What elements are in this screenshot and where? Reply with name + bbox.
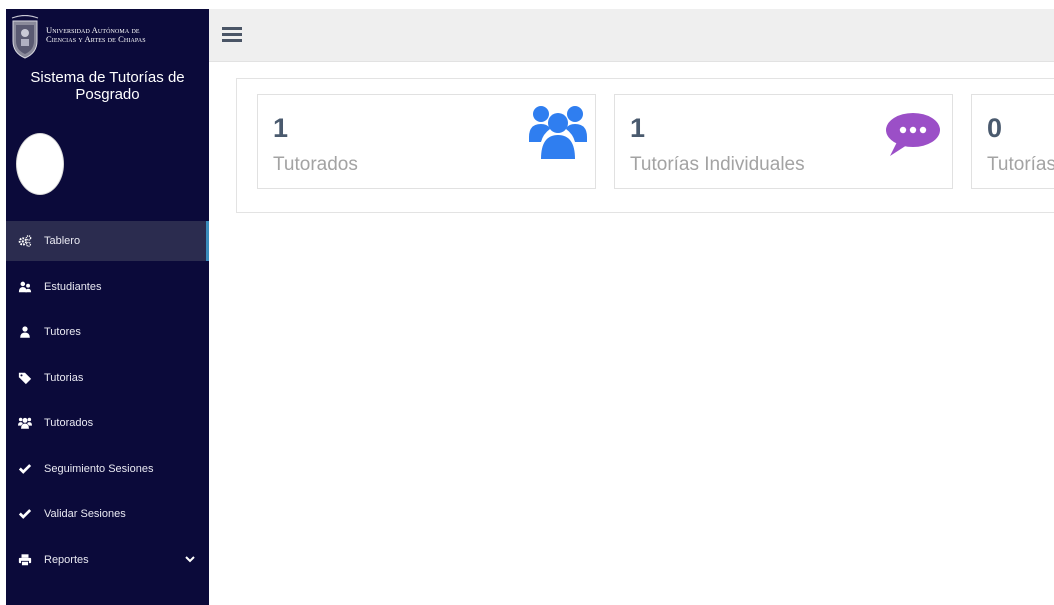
university-crest-icon (10, 15, 40, 59)
university-name: Universidad Autónoma de Ciencias y Artes… (46, 26, 146, 44)
tag-icon (17, 371, 33, 385)
chevron-down-icon[interactable] (185, 554, 195, 564)
stat-card-tutorias[interactable]: 0 Tutorías (971, 94, 1054, 189)
check-icon (17, 462, 33, 476)
group-icon (17, 416, 33, 430)
sidebar-item-label: Reportes (44, 553, 89, 566)
user-icon (17, 325, 33, 339)
sidebar-item-label: Seguimiento Sesiones (44, 462, 154, 475)
print-icon (17, 553, 33, 567)
sidebar-item-estudiantes[interactable]: Estudiantes (6, 267, 209, 307)
chat-bubble-icon (885, 112, 941, 157)
app-window: Universidad Autónoma de Ciencias y Artes… (0, 0, 1054, 605)
sidebar-item-tutores[interactable]: Tutores (6, 312, 209, 352)
sidebar-item-label: Validar Sesiones (44, 508, 126, 520)
stat-count: 1 (273, 113, 289, 143)
university-name-line2: Ciencias y Artes de Chiapas (46, 34, 146, 44)
sidebar-item-validar-sesiones[interactable]: Validar Sesiones (6, 494, 209, 534)
check-icon (17, 507, 33, 521)
stat-count: 1 (630, 113, 646, 143)
sidebar-item-label: Estudiantes (44, 280, 102, 293)
stat-card-tutorias-individuales[interactable]: 1 Tutorías Individuales (614, 94, 953, 189)
sidebar-item-label: Tutores (44, 326, 81, 338)
stat-label: Tutorías Individuales (630, 154, 805, 175)
sidebar: Universidad Autónoma de Ciencias y Artes… (6, 9, 209, 605)
stat-label: Tutorados (273, 154, 358, 175)
hamburger-icon[interactable] (222, 26, 242, 43)
dashboard-panel: 1 Tutorados 1 Tutorías Individuales 0 Tu… (236, 78, 1054, 213)
stat-card-tutorados[interactable]: 1 Tutorados (257, 94, 596, 189)
users-icon (17, 280, 33, 294)
gears-icon (17, 234, 33, 248)
sidebar-item-seguimiento-sesiones[interactable]: Seguimiento Sesiones (6, 449, 209, 489)
stat-label: Tutorías (987, 154, 1054, 175)
university-brand[interactable]: Universidad Autónoma de Ciencias y Artes… (6, 9, 209, 65)
stat-count: 0 (987, 113, 1003, 143)
top-navbar (209, 9, 1054, 62)
sidebar-item-tablero[interactable]: Tablero (6, 221, 209, 261)
sidebar-item-label: Tutorados (44, 417, 94, 429)
sidebar-item-reportes[interactable]: Reportes (6, 540, 209, 580)
group-icon (529, 104, 587, 159)
sidebar-item-tutorados[interactable]: Tutorados (6, 403, 209, 443)
sidebar-item-tutorias[interactable]: Tutorias (6, 358, 209, 398)
sidebar-item-label: Tablero (44, 235, 81, 247)
user-avatar[interactable] (16, 133, 64, 195)
system-title: Sistema de Tutorías de Posgrado (30, 69, 185, 103)
sidebar-nav: Tablero Estudiantes Tutores Tutorias Tut… (6, 221, 209, 585)
sidebar-item-label: Tutorias (44, 371, 84, 384)
